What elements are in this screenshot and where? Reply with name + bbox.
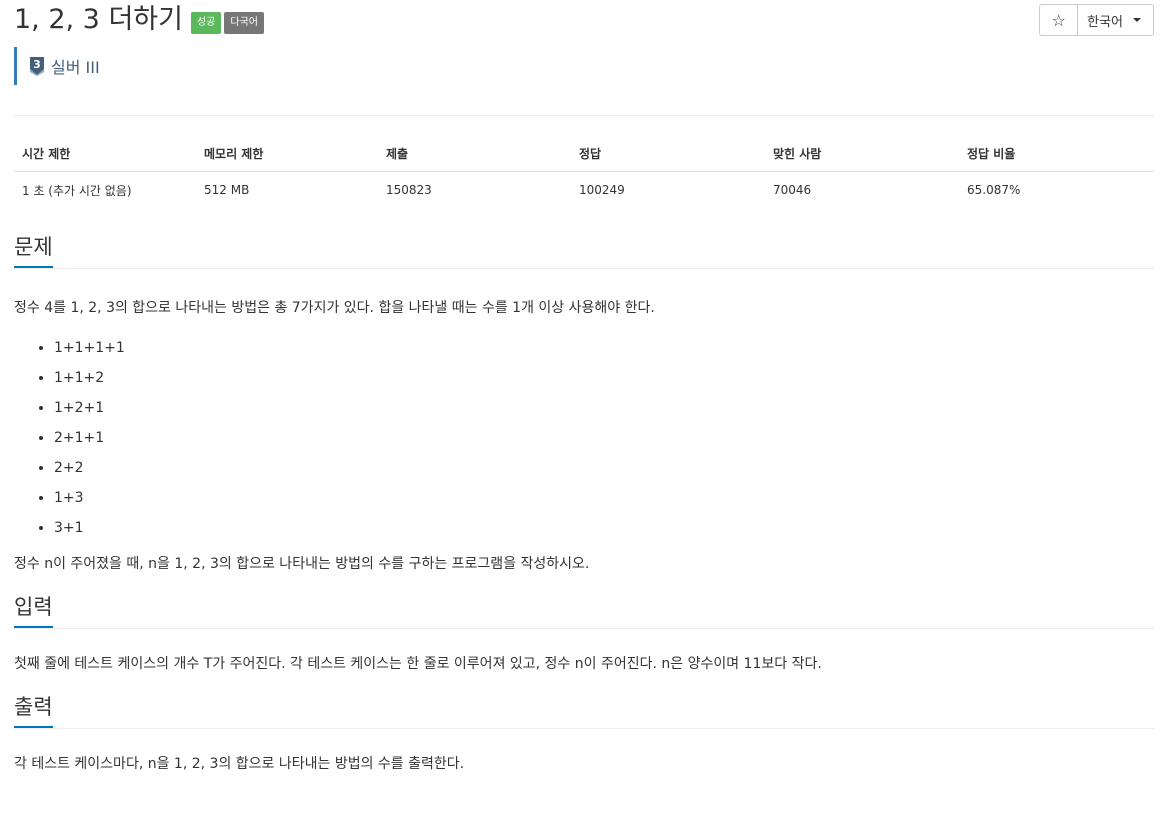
success-badge[interactable]: 성공 — [190, 12, 222, 34]
value-solved-users: 70046 — [773, 183, 812, 197]
problem-intro: 정수 4를 1, 2, 3의 합으로 나타내는 방법은 총 7가지가 있다. 합… — [14, 300, 655, 316]
multilang-badge[interactable]: 다국어 — [224, 12, 264, 34]
value-accepted: 100249 — [579, 183, 625, 197]
list-item: 2+1+1 — [54, 427, 1154, 457]
output-body: 각 테스트 케이스마다, n을 1, 2, 3의 합으로 나타내는 방법의 수를… — [14, 753, 1154, 775]
star-icon: ☆ — [1051, 10, 1066, 30]
language-dropdown[interactable]: 한국어 — [1077, 4, 1154, 36]
output-section: 출력 각 테스트 케이스마다, n을 1, 2, 3의 합으로 나타내는 방법의… — [14, 694, 1154, 775]
input-heading: 입력 — [14, 594, 53, 628]
value-time-limit: 1 초 (추가 시간 없음) — [22, 183, 132, 198]
input-body: 첫째 줄에 테스트 케이스의 개수 T가 주어진다. 각 테스트 케이스는 한 … — [14, 653, 1154, 675]
list-item: 3+1 — [54, 517, 1154, 547]
header-accuracy: 정답 비율 — [959, 135, 1154, 172]
tier-name: 실버 III — [51, 58, 100, 77]
value-submissions: 150823 — [386, 183, 432, 197]
section-headline: 문제 — [14, 234, 1154, 269]
combination-list: 1+1+1+1 1+1+2 1+2+1 2+1+1 2+2 1+3 3+1 — [14, 337, 1154, 547]
table-row: 1 초 (추가 시간 없음) 512 MB 150823 100249 7004… — [14, 172, 1154, 209]
problem-heading: 문제 — [14, 234, 53, 268]
header-time-limit: 시간 제한 — [14, 135, 196, 172]
input-text: 첫째 줄에 테스트 케이스의 개수 T가 주어진다. 각 테스트 케이스는 한 … — [14, 656, 822, 672]
header-memory-limit: 메모리 제한 — [196, 135, 378, 172]
header-accepted: 정답 — [571, 135, 765, 172]
value-memory-limit: 512 MB — [204, 183, 250, 197]
problem-title-text: 1, 2, 3 더하기 — [14, 4, 183, 35]
problem-outro: 정수 n이 주어졌을 때, n을 1, 2, 3의 합으로 나타내는 방법의 수… — [14, 556, 590, 572]
tier-badge[interactable]: 3 실버 III — [14, 47, 1154, 85]
problem-description-section: 문제 정수 4를 1, 2, 3의 합으로 나타내는 방법은 총 7가지가 있다… — [14, 234, 1154, 575]
list-item: 1+1+2 — [54, 367, 1154, 397]
list-item: 1+2+1 — [54, 397, 1154, 427]
list-item: 1+1+1+1 — [54, 337, 1154, 367]
divider — [14, 115, 1154, 116]
table-header-row: 시간 제한 메모리 제한 제출 정답 맞힌 사람 정답 비율 — [14, 135, 1154, 172]
output-heading: 출력 — [14, 694, 53, 728]
value-accuracy: 65.087% — [967, 183, 1021, 197]
tier-number: 3 — [33, 58, 41, 71]
problem-header: 1, 2, 3 더하기 성공 다국어 ☆ 한국어 — [14, 0, 1154, 44]
output-text: 각 테스트 케이스마다, n을 1, 2, 3의 합으로 나타내는 방법의 수를… — [14, 756, 465, 772]
tier-shield-icon: 3 — [30, 57, 44, 76]
problem-page: 1, 2, 3 더하기 성공 다국어 ☆ 한국어 3 실버 III 시간 제한 — [0, 0, 1161, 822]
problem-body: 정수 4를 1, 2, 3의 합으로 나타내는 방법은 총 7가지가 있다. 합… — [14, 297, 1154, 575]
language-label: 한국어 — [1087, 14, 1123, 30]
problem-info-table: 시간 제한 메모리 제한 제출 정답 맞힌 사람 정답 비율 1 초 (추가 시… — [14, 135, 1154, 208]
favorite-button[interactable]: ☆ — [1039, 4, 1078, 36]
input-section: 입력 첫째 줄에 테스트 케이스의 개수 T가 주어진다. 각 테스트 케이스는… — [14, 594, 1154, 675]
top-controls: ☆ 한국어 — [1039, 4, 1154, 36]
list-item: 2+2 — [54, 457, 1154, 487]
caret-down-icon — [1133, 18, 1141, 22]
header-submissions: 제출 — [378, 135, 571, 172]
list-item: 1+3 — [54, 487, 1154, 517]
section-headline: 출력 — [14, 694, 1154, 729]
header-solved-users: 맞힌 사람 — [765, 135, 959, 172]
section-headline: 입력 — [14, 594, 1154, 629]
problem-title: 1, 2, 3 더하기 성공 다국어 — [14, 3, 267, 37]
